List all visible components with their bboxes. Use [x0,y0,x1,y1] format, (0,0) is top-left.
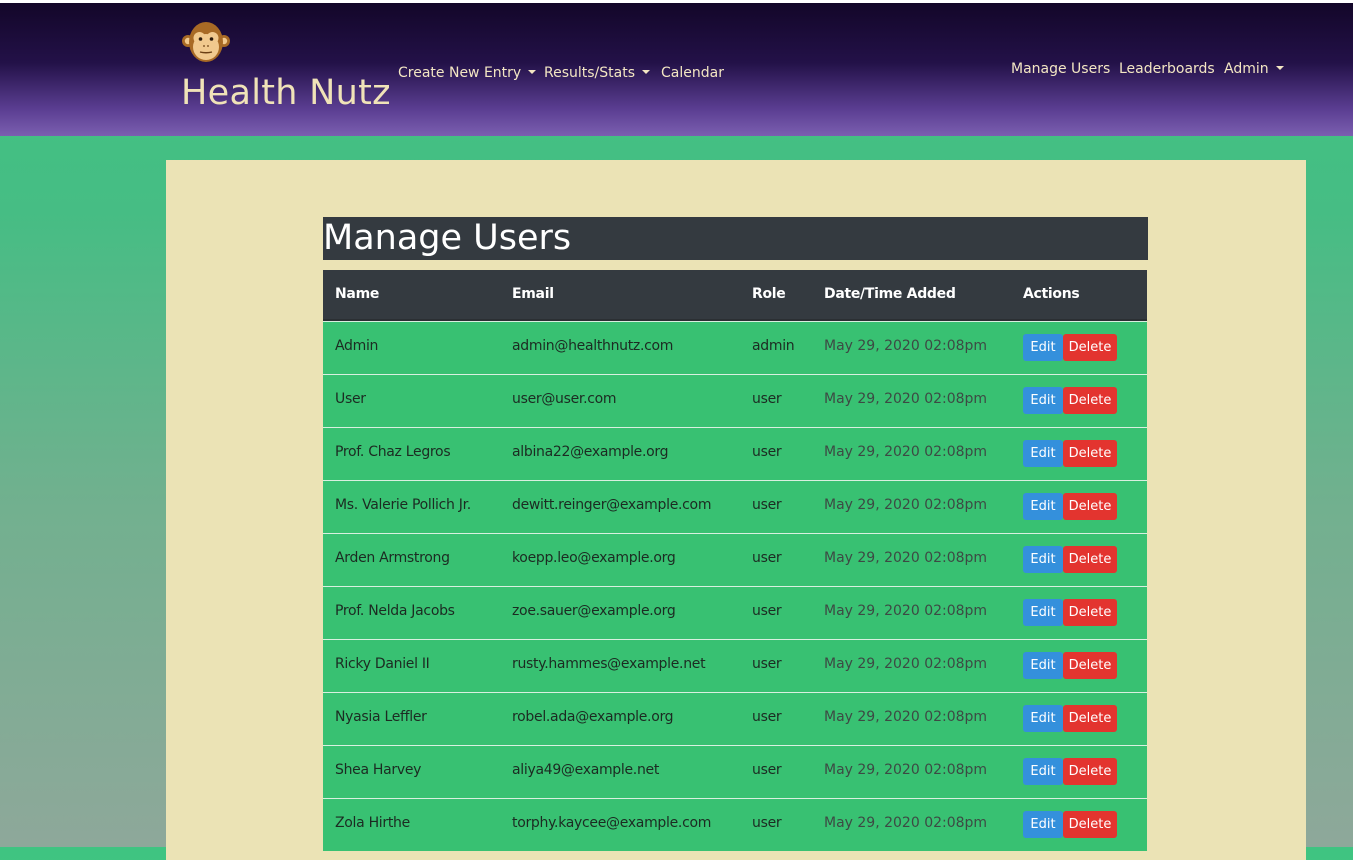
cell-name: Ms. Valerie Pollich Jr. [335,497,471,513]
cell-role: user [752,550,782,566]
column-header-role[interactable]: Role [752,286,786,302]
edit-user-button[interactable]: Edit [1023,599,1063,626]
table-header: Name Email Role Date/Time Added Actions [323,270,1147,321]
cell-role: admin [752,338,795,354]
cell-date-added: May 29, 2020 02:08pm [824,391,988,407]
delete-user-button[interactable]: Delete [1063,546,1117,573]
cell-date-added: May 29, 2020 02:08pm [824,550,988,566]
table-row: Ricky Daniel II rusty.hammes@example.net u… [323,639,1147,692]
delete-user-button[interactable]: Delete [1063,811,1117,838]
caret-down-icon [528,70,537,74]
table-row: Prof. Chaz Legros albina22@example.org use… [323,427,1147,480]
table-row: Prof. Nelda Jacobs zoe.sauer@example.org u… [323,586,1147,639]
nav-create-new-entry[interactable]: Create New Entry [398,65,537,81]
cell-date-added: May 29, 2020 02:08pm [824,497,988,513]
nav-results-stats[interactable]: Results/Stats [544,65,651,81]
column-header-actions: Actions [1023,286,1080,302]
nav-create-new-entry-label: Create New Entry [398,65,522,81]
edit-user-button[interactable]: Edit [1023,811,1063,838]
cell-name: Shea Harvey [335,762,422,778]
delete-user-button[interactable]: Delete [1063,387,1117,414]
edit-user-button[interactable]: Edit [1023,440,1063,467]
cell-name: Admin [335,338,379,354]
table-row: Admin admin@healthnutz.com admin May 29, 20… [323,321,1147,374]
cell-name: Arden Armstrong [335,550,450,566]
table-row: User user@user.com user May 29, 2020 02:08p… [323,374,1147,427]
cell-email: user@user.com [512,391,617,407]
nav-admin-label: Admin [1224,61,1269,77]
cell-name: Prof. Chaz Legros [335,444,451,460]
cell-date-added: May 29, 2020 02:08pm [824,338,988,354]
cell-role: user [752,815,782,831]
nav-calendar[interactable]: Calendar [661,65,724,81]
nav-leaderboards-label: Leaderboards [1119,61,1215,77]
delete-user-button[interactable]: Delete [1063,652,1117,679]
table-body: Admin admin@healthnutz.com admin May 29, 20… [323,321,1147,851]
brand-name[interactable]: Health Nutz [181,73,391,113]
edit-user-button[interactable]: Edit [1023,652,1063,679]
table-row: Arden Armstrong koepp.leo@example.org user… [323,533,1147,586]
cell-role: user [752,444,782,460]
cell-date-added: May 29, 2020 02:08pm [824,815,988,831]
nav-results-stats-label: Results/Stats [544,65,636,81]
caret-down-icon [1275,66,1284,70]
table-row: Ms. Valerie Pollich Jr. dewitt.reinger@ex… [323,480,1147,533]
cell-email: robel.ada@example.org [512,709,674,725]
table-row: Nyasia Leffler robel.ada@example.org user M… [323,692,1147,745]
cell-email: aliya49@example.net [512,762,660,778]
delete-user-button[interactable]: Delete [1063,758,1117,785]
table-row: Zola Hirthe torphy.kaycee@example.com user… [323,798,1147,851]
caret-down-icon [642,70,651,74]
cell-email: torphy.kaycee@example.com [512,815,712,831]
delete-user-button[interactable]: Delete [1063,440,1117,467]
cell-date-added: May 29, 2020 02:08pm [824,762,988,778]
cell-name: Ricky Daniel II [335,656,430,672]
delete-user-button[interactable]: Delete [1063,334,1117,361]
cell-name: Zola Hirthe [335,815,410,831]
table-row: Shea Harvey aliya49@example.net user May 29… [323,745,1147,798]
cell-date-added: May 29, 2020 02:08pm [824,444,988,460]
users-table: Name Email Role Date/Time Added Actions … [323,270,1147,851]
cell-email: admin@healthnutz.com [512,338,674,354]
edit-user-button[interactable]: Edit [1023,387,1063,414]
top-navbar: Health Nutz Create New Entry Results/Sta… [0,3,1353,136]
column-header-name[interactable]: Name [335,286,379,302]
cell-role: user [752,656,782,672]
cell-date-added: May 29, 2020 02:08pm [824,656,988,672]
edit-user-button[interactable]: Edit [1023,334,1063,361]
nav-leaderboards[interactable]: Leaderboards [1119,61,1215,77]
delete-user-button[interactable]: Delete [1063,599,1117,626]
cell-date-added: May 29, 2020 02:08pm [824,709,988,725]
cell-email: rusty.hammes@example.net [512,656,706,672]
cell-email: koepp.leo@example.org [512,550,676,566]
cell-email: dewitt.reinger@example.com [512,497,712,513]
edit-user-button[interactable]: Edit [1023,493,1063,520]
cell-role: user [752,497,782,513]
delete-user-button[interactable]: Delete [1063,705,1117,732]
edit-user-button[interactable]: Edit [1023,758,1063,785]
delete-user-button[interactable]: Delete [1063,493,1117,520]
cell-role: user [752,762,782,778]
nav-manage-users[interactable]: Manage Users [1011,61,1110,77]
cell-name: Prof. Nelda Jacobs [335,603,455,619]
edit-user-button[interactable]: Edit [1023,546,1063,573]
cell-role: user [752,391,782,407]
cell-email: albina22@example.org [512,444,669,460]
cell-role: user [752,709,782,725]
cell-role: user [752,603,782,619]
edit-user-button[interactable]: Edit [1023,705,1063,732]
cell-name: Nyasia Leffler [335,709,427,725]
nav-calendar-label: Calendar [661,65,724,81]
column-header-date-added[interactable]: Date/Time Added [824,286,956,302]
cell-date-added: May 29, 2020 02:08pm [824,603,988,619]
nav-manage-users-label: Manage Users [1011,61,1111,77]
monkey-face-icon[interactable] [182,19,230,65]
page-title: Manage Users [323,218,572,258]
cell-email: zoe.sauer@example.org [512,603,676,619]
nav-admin-dropdown[interactable]: Admin [1224,61,1284,77]
cell-name: User [335,391,366,407]
column-header-email[interactable]: Email [512,286,554,302]
